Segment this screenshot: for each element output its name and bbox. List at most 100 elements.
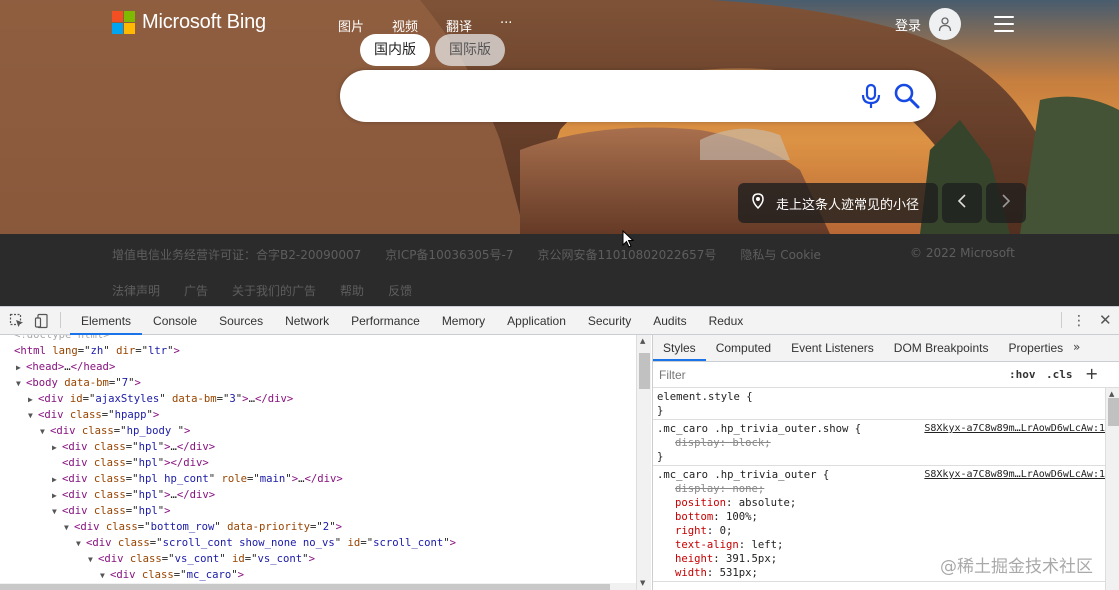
search-icon[interactable] [893, 82, 921, 110]
nav-translate[interactable]: 翻译 [446, 16, 472, 35]
hover-state-toggle[interactable]: :hov [1009, 368, 1036, 381]
devtools-tab-elements[interactable]: Elements [70, 307, 143, 335]
css-property-name[interactable]: right [675, 525, 707, 537]
css-property-name[interactable]: height [675, 553, 713, 565]
dom-node-line[interactable]: ▶ <div id="ajaxStyles" data-bm="3">…</div… [28, 391, 293, 407]
class-toggle[interactable]: .cls [1046, 368, 1073, 381]
avatar-icon[interactable] [929, 8, 961, 40]
footer-about-ads-link[interactable]: 关于我们的广告 [232, 282, 316, 299]
css-property-name[interactable]: bottom [675, 511, 713, 523]
nav-images[interactable]: 图片 [338, 16, 364, 35]
css-property-name[interactable]: display [675, 483, 720, 495]
scroll-down-icon[interactable]: ▼ [640, 579, 645, 587]
footer-help-link[interactable]: 帮助 [340, 282, 364, 299]
more-options-icon[interactable]: ⋮ [1072, 313, 1086, 329]
image-trivia-button[interactable]: 走上这条人迹常见的小径 [738, 183, 938, 223]
css-source-link[interactable]: S8Xkyx-a7C8w89m…LrAowD6wLcAw:1 [924, 468, 1105, 482]
css-declaration[interactable]: position: absolute; [675, 496, 796, 510]
expanded-triangle-icon[interactable]: ▼ [100, 568, 110, 584]
new-rule-button[interactable]: + [1085, 364, 1098, 383]
expanded-triangle-icon[interactable]: ▼ [40, 424, 50, 440]
expanded-triangle-icon[interactable]: ▼ [28, 408, 38, 424]
devtools-tab-console[interactable]: Console [142, 307, 208, 335]
dom-node-line[interactable]: ▼ <div class="bottom_row" data-priority="… [64, 519, 342, 535]
footer-icp[interactable]: 京ICP备10036305号-7 [385, 246, 513, 263]
css-selector[interactable]: element.style { [657, 391, 753, 403]
footer-feedback-link[interactable]: 反馈 [388, 282, 412, 299]
css-declaration[interactable]: height: 391.5px; [675, 552, 777, 566]
devtools-tab-sources[interactable]: Sources [208, 307, 274, 335]
close-icon[interactable]: ✕ [1099, 311, 1112, 329]
devtools-tab-audits[interactable]: Audits [642, 307, 697, 335]
dom-node-line[interactable]: ▼ <div class="hp_body "> [40, 423, 190, 439]
bing-logo[interactable]: Microsoft Bing [112, 11, 266, 34]
css-selector[interactable]: .mc_caro .hp_trivia_outer.show { [657, 423, 861, 435]
css-property-value[interactable]: 100%; [726, 511, 758, 523]
search-input[interactable] [362, 82, 842, 110]
devtools-tab-redux[interactable]: Redux [698, 307, 755, 335]
css-property-name[interactable]: position [675, 497, 726, 509]
styles-tab-styles[interactable]: Styles [653, 335, 706, 361]
collapsed-triangle-icon[interactable]: ▶ [28, 392, 38, 408]
css-declaration[interactable]: text-align: left; [675, 538, 783, 552]
styles-tab-dom-breakpoints[interactable]: DOM Breakpoints [884, 335, 999, 361]
vertical-scrollbar[interactable]: ▲ ▼ [636, 335, 651, 590]
css-declaration[interactable]: right: 0; [675, 524, 732, 538]
devtools-tab-network[interactable]: Network [274, 307, 340, 335]
css-property-value[interactable]: absolute; [739, 497, 796, 509]
collapsed-triangle-icon[interactable]: ▶ [52, 472, 62, 488]
dom-node-line[interactable]: ▼ <body data-bm="7"> [16, 375, 141, 391]
expanded-triangle-icon[interactable]: ▼ [16, 376, 26, 392]
dom-node-line[interactable]: <div class="hpl"></div> [52, 455, 209, 471]
styles-tab-computed[interactable]: Computed [706, 335, 781, 361]
login-link[interactable]: 登录 [895, 15, 921, 34]
css-property-value[interactable]: left; [752, 539, 784, 551]
footer-ads-link[interactable]: 广告 [184, 282, 208, 299]
dom-node-line[interactable]: <!doctype html> [4, 335, 110, 343]
dom-node-line[interactable]: ▼ <div class="hpapp"> [28, 407, 159, 423]
dom-node-line[interactable]: ▼ <div class="vs_cont" id="vs_cont"> [88, 551, 315, 567]
css-declaration[interactable]: bottom: 100%; [675, 510, 758, 524]
styles-scrollbar[interactable]: ▲ [1105, 388, 1119, 590]
microphone-icon[interactable] [859, 83, 883, 109]
collapsed-triangle-icon[interactable]: ▶ [52, 488, 62, 504]
devtools-tab-memory[interactable]: Memory [431, 307, 496, 335]
styles-tab-properties[interactable]: Properties [998, 335, 1073, 361]
nav-more[interactable]: ··· [500, 16, 512, 35]
inspect-element-icon[interactable] [9, 313, 25, 333]
dom-node-line[interactable]: ▼ <div class="hpl"> [52, 503, 170, 519]
previous-image-button[interactable] [942, 183, 982, 223]
styles-tab-event-listeners[interactable]: Event Listeners [781, 335, 884, 361]
css-property-value[interactable]: block; [732, 437, 770, 449]
devtools-tab-security[interactable]: Security [577, 307, 642, 335]
dom-node-line[interactable]: ▼ <div class="scroll_cont show_none no_vs… [76, 535, 456, 551]
expanded-triangle-icon[interactable]: ▼ [88, 552, 98, 568]
css-property-value[interactable]: 531px; [720, 567, 758, 579]
region-tab-international[interactable]: 国际版 [435, 34, 505, 66]
css-selector[interactable]: .mc_caro .hp_trivia_outer { [657, 469, 829, 481]
dom-node-line[interactable]: ▶ <div class="hpl">…</div> [52, 439, 215, 455]
dom-node-line[interactable]: ▼ <div class="mc_caro"> [100, 567, 244, 583]
css-source-link[interactable]: S8Xkyx-a7C8w89m…LrAowD6wLcAw:1 [924, 422, 1105, 436]
scrollbar-thumb[interactable] [1108, 398, 1119, 426]
scroll-up-icon[interactable]: ▲ [1109, 390, 1114, 398]
css-declaration[interactable]: width: 531px; [675, 566, 758, 580]
expanded-triangle-icon[interactable]: ▼ [52, 504, 62, 520]
scroll-up-icon[interactable]: ▲ [640, 337, 645, 345]
expanded-triangle-icon[interactable]: ▼ [76, 536, 86, 552]
nav-videos[interactable]: 视频 [392, 16, 418, 35]
menu-hamburger-icon[interactable] [994, 16, 1014, 32]
css-property-name[interactable]: width [675, 567, 707, 579]
more-tabs-icon[interactable]: » [1073, 340, 1080, 354]
css-property-value[interactable]: 0; [720, 525, 733, 537]
collapsed-triangle-icon[interactable]: ▶ [52, 440, 62, 456]
scrollbar-thumb[interactable] [639, 353, 650, 389]
dom-node-line[interactable]: ▶ <div class="hpl">…</div> [52, 487, 215, 503]
dom-node-line[interactable]: <html lang="zh" dir="ltr"> [4, 343, 180, 359]
device-toolbar-icon[interactable] [34, 313, 50, 333]
css-declaration[interactable]: display: none; [675, 482, 764, 496]
next-image-button[interactable] [986, 183, 1026, 223]
dom-node-line[interactable]: ▶ <head>…</head> [16, 359, 115, 375]
css-property-name[interactable]: display [675, 437, 720, 449]
scrollbar-thumb[interactable] [0, 584, 610, 590]
